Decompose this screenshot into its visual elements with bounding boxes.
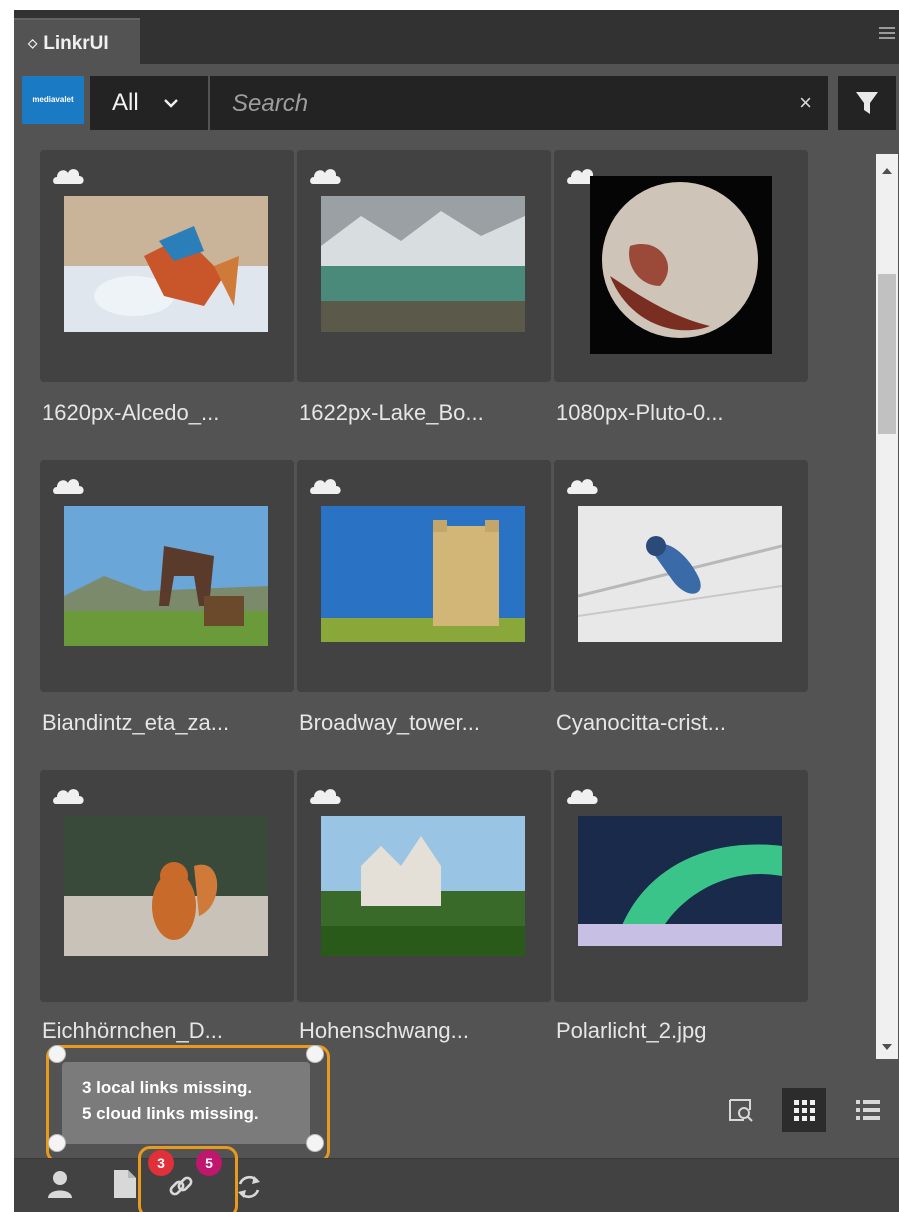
asset-filename: Hohenschwang... <box>299 1018 469 1043</box>
grid-view-icon <box>794 1100 815 1121</box>
asset-filename: Biandintz_eta_za... <box>42 710 230 735</box>
asset-filename: 1080px-Pluto-0... <box>556 400 724 425</box>
asset-tile[interactable] <box>554 770 808 1002</box>
asset-tile[interactable] <box>297 460 551 692</box>
preview-button[interactable] <box>718 1088 762 1132</box>
asset-thumbnail <box>321 816 525 956</box>
grid-view-button[interactable] <box>782 1088 826 1132</box>
asset-thumbnail <box>321 196 525 332</box>
scroll-down-icon[interactable] <box>882 1044 892 1050</box>
user-icon[interactable] <box>44 1168 76 1200</box>
filter-dropdown-value: All <box>112 89 139 116</box>
asset-filename: Cyanocitta-crist... <box>556 710 726 735</box>
cloud-icon <box>567 479 598 494</box>
missing-links-tooltip: 3 local links missing. 5 cloud links mis… <box>62 1062 310 1144</box>
asset-filename: Broadway_tower... <box>299 710 480 735</box>
scroll-up-icon[interactable] <box>882 168 892 174</box>
filter-button[interactable] <box>838 76 896 130</box>
asset-tile[interactable] <box>40 460 294 692</box>
asset-filename: 1622px-Lake_Bo... <box>299 400 484 425</box>
document-icon[interactable] <box>110 1168 138 1200</box>
search-box: × <box>210 76 828 132</box>
asset-thumbnail <box>578 506 782 642</box>
zoom-preview-icon <box>729 1099 753 1122</box>
tab-label: LinkrUI <box>43 33 109 54</box>
list-view-button[interactable] <box>846 1088 890 1132</box>
cloud-icon <box>53 789 84 804</box>
refresh-icon[interactable] <box>232 1170 266 1204</box>
asset-tile[interactable] <box>297 150 551 382</box>
tab-bar: ◇ LinkrUI <box>14 10 899 64</box>
cloud-icon <box>53 479 84 494</box>
linkrui-panel: ◇ LinkrUI mediavalet All × 1620px-Alcedo_… <box>14 10 899 1212</box>
cloud-icon <box>310 479 341 494</box>
asset-thumbnail <box>578 816 782 946</box>
cloud-icon <box>310 169 341 184</box>
link-icon[interactable] <box>164 1170 198 1204</box>
asset-tile[interactable] <box>554 150 808 382</box>
asset-thumbnail <box>64 816 268 956</box>
funnel-icon <box>856 92 878 114</box>
mediavalet-logo: mediavalet <box>22 76 84 124</box>
asset-tile[interactable] <box>40 770 294 1002</box>
collapse-chevron-icon[interactable]: ◇ <box>28 36 37 50</box>
clear-search-icon[interactable]: × <box>799 90 812 116</box>
vertical-scrollbar[interactable] <box>876 154 898 1059</box>
chevron-down-icon <box>164 99 178 108</box>
cloud-icon <box>310 789 341 804</box>
cloud-missing-text: 5 cloud links missing. <box>82 1104 259 1123</box>
scrollbar-thumb[interactable] <box>878 274 896 434</box>
asset-filename: Polarlicht_2.jpg <box>556 1018 707 1043</box>
list-view-icon <box>856 1100 880 1120</box>
asset-tile[interactable] <box>40 150 294 382</box>
highlight-handle <box>48 1045 66 1063</box>
local-missing-badge: 3 <box>148 1150 174 1176</box>
cloud-icon <box>567 789 598 804</box>
asset-grid: 1620px-Alcedo_... 1622px-Lake_Bo... 1080… <box>40 150 810 1050</box>
local-missing-text: 3 local links missing. <box>82 1078 253 1097</box>
highlight-handle <box>306 1045 324 1063</box>
filter-dropdown[interactable]: All <box>90 76 208 130</box>
highlight-handle <box>48 1134 66 1152</box>
asset-thumbnail <box>64 506 268 646</box>
tab-linkrui[interactable]: ◇ LinkrUI <box>14 18 140 64</box>
cloud-missing-badge: 5 <box>196 1150 222 1176</box>
search-input[interactable] <box>230 76 774 132</box>
asset-tile[interactable] <box>554 460 808 692</box>
cloud-icon <box>53 169 84 184</box>
highlight-handle <box>306 1134 324 1152</box>
asset-thumbnail <box>590 176 772 354</box>
asset-filename: Eichhörnchen_D... <box>42 1018 223 1043</box>
panel-menu-icon[interactable] <box>879 27 895 41</box>
asset-thumbnail <box>64 196 268 332</box>
asset-thumbnail <box>321 506 525 642</box>
asset-filename: 1620px-Alcedo_... <box>42 400 220 425</box>
asset-tile[interactable] <box>297 770 551 1002</box>
